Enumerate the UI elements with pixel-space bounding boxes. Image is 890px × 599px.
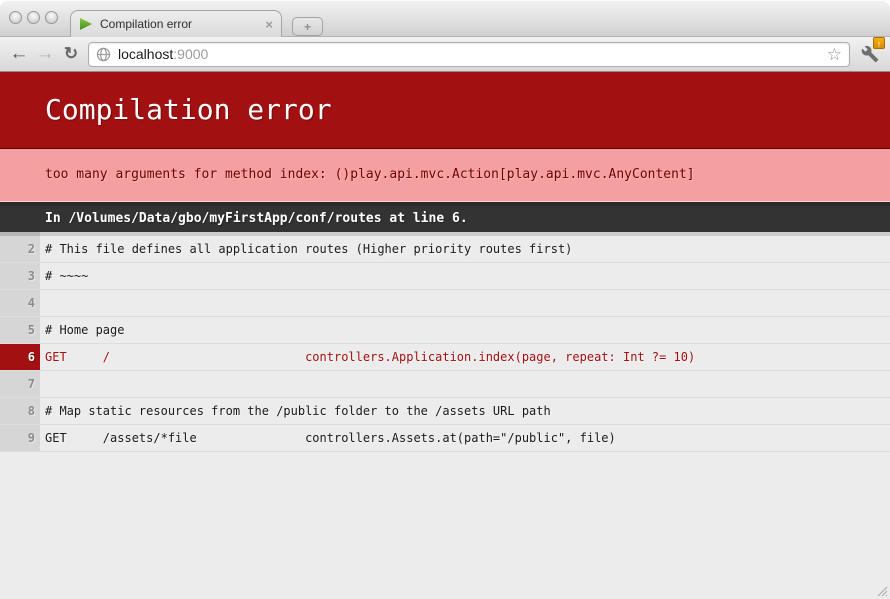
line-code bbox=[40, 371, 50, 397]
menu-wrench-button[interactable]: ↑ bbox=[856, 40, 884, 68]
line-number: 4 bbox=[0, 290, 40, 316]
source-line: 8 # Map static resources from the /publi… bbox=[0, 398, 890, 425]
navigation-toolbar: ← → ↻ localhost:9000 ☆ ↑ bbox=[0, 37, 890, 72]
source-line: 3 # ~~~~ bbox=[0, 263, 890, 290]
forward-button[interactable]: → bbox=[32, 41, 58, 67]
new-tab-button[interactable]: + bbox=[292, 17, 323, 36]
tab-close-icon[interactable]: × bbox=[265, 18, 273, 31]
line-number: 9 bbox=[0, 425, 40, 451]
bookmark-star-icon[interactable]: ☆ bbox=[827, 46, 842, 63]
reload-button[interactable]: ↻ bbox=[58, 41, 84, 67]
minimize-button[interactable] bbox=[27, 11, 40, 24]
source-line: 4 bbox=[0, 290, 890, 317]
resize-grip[interactable] bbox=[874, 583, 888, 597]
back-button[interactable]: ← bbox=[6, 41, 32, 67]
source-line: 7 bbox=[0, 371, 890, 398]
error-detail: too many arguments for method index: ()p… bbox=[0, 149, 890, 202]
line-code bbox=[40, 290, 50, 316]
globe-icon[interactable] bbox=[96, 47, 111, 62]
play-favicon-icon bbox=[79, 17, 93, 31]
update-badge: ↑ bbox=[873, 37, 885, 49]
line-code: # Map static resources from the /public … bbox=[40, 398, 556, 424]
plus-icon: + bbox=[304, 20, 311, 34]
source-line: 9 GET /assets/*file controllers.Assets.a… bbox=[0, 425, 890, 452]
source-line: 5 # Home page bbox=[0, 317, 890, 344]
error-page: Compilation error too many arguments for… bbox=[0, 72, 890, 599]
window-controls bbox=[9, 11, 58, 24]
close-button[interactable] bbox=[9, 11, 22, 24]
error-location: In /Volumes/Data/gbo/myFirstApp/conf/rou… bbox=[0, 202, 890, 232]
tab-compilation-error[interactable]: Compilation error × bbox=[70, 10, 282, 37]
url-host: localhost bbox=[118, 46, 173, 62]
line-number: 6 bbox=[0, 344, 40, 370]
page-title: Compilation error bbox=[0, 72, 890, 149]
titlebar: Compilation error × + bbox=[0, 0, 890, 37]
tab-title: Compilation error bbox=[100, 17, 265, 31]
line-code: # Home page bbox=[40, 317, 129, 343]
line-code: # ~~~~ bbox=[40, 263, 93, 289]
line-code: # This file defines all application rout… bbox=[40, 236, 577, 262]
line-code: GET /assets/*file controllers.Assets.at(… bbox=[40, 425, 621, 451]
source-line: 2 # This file defines all application ro… bbox=[0, 236, 890, 263]
line-number: 5 bbox=[0, 317, 40, 343]
browser-window: Compilation error × + ← → ↻ localhost:90… bbox=[0, 0, 890, 599]
line-number: 8 bbox=[0, 398, 40, 424]
line-number: 3 bbox=[0, 263, 40, 289]
source-line-error: 6 GET / controllers.Application.index(pa… bbox=[0, 344, 890, 371]
address-bar[interactable]: localhost:9000 ☆ bbox=[88, 42, 850, 67]
line-code: GET / controllers.Application.index(page… bbox=[40, 344, 700, 370]
line-number: 2 bbox=[0, 236, 40, 262]
line-number: 7 bbox=[0, 371, 40, 397]
url-port: :9000 bbox=[173, 46, 208, 62]
maximize-button[interactable] bbox=[45, 11, 58, 24]
